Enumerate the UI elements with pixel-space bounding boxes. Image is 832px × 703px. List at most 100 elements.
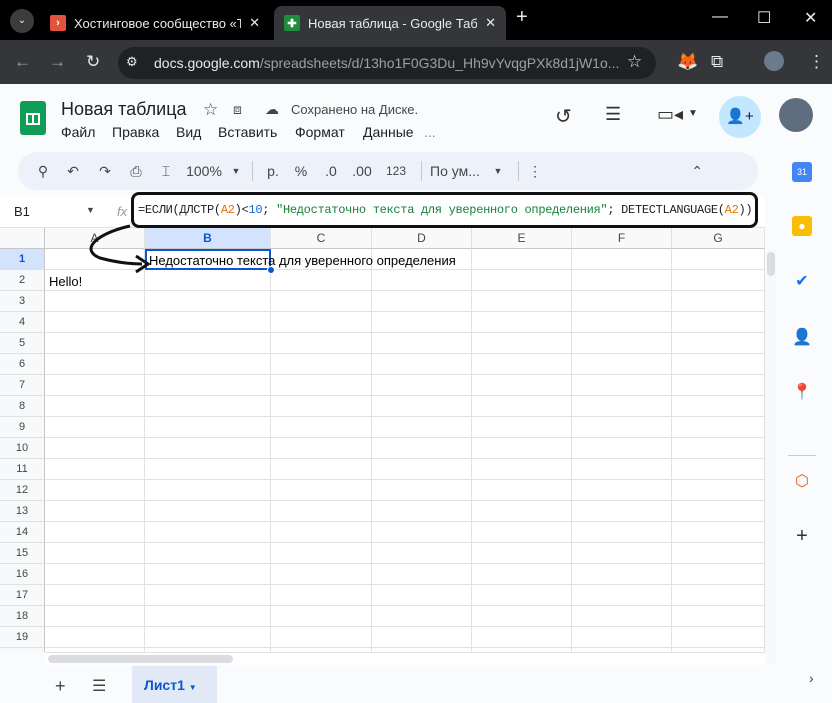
horizontal-scrollbar[interactable]	[45, 652, 765, 665]
row-header-13[interactable]: 13	[0, 501, 45, 522]
redo-icon[interactable]: ↷	[90, 163, 120, 180]
metamask-extension-icon[interactable]: 🦊	[677, 52, 698, 72]
undo-icon[interactable]: ↶	[56, 163, 90, 180]
font-select[interactable]: По ум...	[430, 163, 486, 179]
close-tab-icon[interactable]: ✕	[249, 15, 260, 31]
menu-edit[interactable]: Правка	[112, 124, 159, 140]
decrease-decimal-button[interactable]: .0	[317, 163, 345, 179]
maximize-button[interactable]: ☐	[757, 8, 771, 28]
browser-tab-active[interactable]: ✚ Новая таблица - Google Табли ✕	[274, 6, 506, 40]
row-header-5[interactable]: 5	[0, 333, 45, 354]
meet-dropdown-icon[interactable]: ▼	[688, 108, 698, 119]
column-header-D[interactable]: D	[372, 228, 472, 249]
cloud-saved-icon[interactable]: ☁	[265, 101, 279, 118]
column-header-G[interactable]: G	[672, 228, 765, 249]
search-menus-icon[interactable]: ⚲	[30, 163, 56, 180]
name-box-dropdown-icon[interactable]: ▼	[86, 205, 95, 215]
sheet-menu-icon[interactable]: ▼	[189, 683, 197, 692]
font-dropdown-icon[interactable]: ▼	[486, 166, 510, 176]
row-header-4[interactable]: 4	[0, 312, 45, 333]
version-history-icon[interactable]: ↺	[555, 104, 572, 129]
comments-icon[interactable]: ☰	[605, 104, 621, 125]
scrollbar-thumb[interactable]	[48, 655, 233, 663]
menu-format[interactable]: Формат	[295, 124, 345, 140]
office-addon-icon[interactable]: ⬡	[792, 472, 812, 492]
collapse-toolbar-icon[interactable]: ⌃	[543, 163, 703, 180]
add-sheet-button[interactable]: +	[55, 676, 66, 697]
row-header-10[interactable]: 10	[0, 438, 45, 459]
tasks-icon[interactable]: ✔	[792, 272, 812, 292]
row-header-3[interactable]: 3	[0, 291, 45, 312]
sheets-logo-icon[interactable]	[20, 101, 46, 135]
move-folder-icon[interactable]: ⧈	[233, 101, 242, 118]
browser-menu-icon[interactable]: ⋮	[808, 52, 825, 72]
meet-icon[interactable]: ▭◂	[657, 104, 683, 125]
column-header-C[interactable]: C	[271, 228, 372, 249]
row-header-7[interactable]: 7	[0, 375, 45, 396]
menu-more[interactable]: ...	[424, 124, 436, 140]
extensions-icon[interactable]: ⧉	[711, 52, 723, 72]
column-header-E[interactable]: E	[472, 228, 572, 249]
tab-search-button[interactable]: ⌄	[10, 9, 34, 33]
address-bar[interactable]: docs.google.com/spreadsheets/d/13ho1F0G3…	[118, 47, 656, 79]
star-icon[interactable]: ☆	[203, 100, 218, 120]
formula-input[interactable]: =ЕСЛИ(ДЛСТР(A2)<10; "Недостаточно текста…	[131, 192, 758, 228]
site-settings-icon[interactable]: ⚙	[126, 54, 138, 70]
name-box[interactable]: B1	[14, 204, 30, 219]
increase-decimal-button[interactable]: .00	[345, 163, 379, 179]
row-header-20[interactable]: 20	[0, 648, 45, 652]
zoom-dropdown-icon[interactable]: ▼	[228, 166, 244, 176]
row-header-15[interactable]: 15	[0, 543, 45, 564]
browser-tab[interactable]: › Хостинговое сообщество «Tim ✕	[40, 6, 270, 40]
paint-format-icon[interactable]: ⌶	[152, 163, 180, 180]
select-all-corner[interactable]	[0, 228, 45, 249]
percent-format-button[interactable]: %	[285, 163, 317, 179]
menu-data[interactable]: Данные	[363, 124, 414, 140]
forward-button[interactable]: →	[49, 52, 66, 72]
sheet-tab-list1[interactable]: Лист1 ▼	[132, 666, 217, 703]
row-header-17[interactable]: 17	[0, 585, 45, 606]
more-options-icon[interactable]: ⋮	[527, 163, 543, 180]
row-header-16[interactable]: 16	[0, 564, 45, 585]
contacts-icon[interactable]: 👤	[792, 328, 812, 348]
side-panel-toggle-icon[interactable]: ›	[809, 670, 814, 686]
row-header-1[interactable]: 1	[0, 249, 45, 270]
keep-icon[interactable]: ●	[792, 216, 812, 236]
new-tab-button[interactable]: +	[516, 6, 528, 29]
row-header-11[interactable]: 11	[0, 459, 45, 480]
vertical-scrollbar[interactable]	[765, 249, 777, 665]
row-header-2[interactable]: 2	[0, 270, 45, 291]
column-header-F[interactable]: F	[572, 228, 672, 249]
menu-insert[interactable]: Вставить	[218, 124, 277, 140]
maps-icon[interactable]: 📍	[792, 383, 812, 403]
zoom-select[interactable]: 100%	[180, 163, 228, 179]
row-header-12[interactable]: 12	[0, 480, 45, 501]
close-window-button[interactable]: ✕	[804, 8, 817, 28]
row-header-14[interactable]: 14	[0, 522, 45, 543]
share-button[interactable]: 👤+	[719, 96, 761, 138]
all-sheets-icon[interactable]: ☰	[92, 676, 106, 696]
get-addons-icon[interactable]: +	[792, 526, 812, 546]
back-button[interactable]: ←	[14, 52, 31, 72]
scrollbar-thumb[interactable]	[767, 252, 775, 276]
account-avatar[interactable]	[779, 98, 813, 132]
column-header-B[interactable]: B	[145, 228, 271, 249]
menu-view[interactable]: Вид	[176, 124, 201, 140]
minimize-button[interactable]: —	[712, 8, 728, 26]
spreadsheet-grid[interactable]: ABCDEFG1234567891011121314151617181920Не…	[0, 228, 765, 652]
cell-A2[interactable]: Hello!	[46, 271, 82, 292]
bookmark-star-icon[interactable]: ☆	[627, 52, 642, 72]
profile-avatar[interactable]	[764, 51, 784, 71]
row-header-8[interactable]: 8	[0, 396, 45, 417]
row-header-19[interactable]: 19	[0, 627, 45, 648]
print-icon[interactable]: ⎙	[120, 163, 152, 180]
row-header-9[interactable]: 9	[0, 417, 45, 438]
cell-B1[interactable]: Недостаточно текста для уверенного опред…	[146, 250, 456, 271]
reload-button[interactable]: ↻	[86, 52, 100, 72]
menu-file[interactable]: Файл	[61, 124, 95, 140]
doc-title[interactable]: Новая таблица	[61, 99, 187, 120]
row-header-18[interactable]: 18	[0, 606, 45, 627]
number-format-button[interactable]: 123	[379, 164, 413, 178]
row-header-6[interactable]: 6	[0, 354, 45, 375]
calendar-icon[interactable]: 31	[792, 162, 812, 182]
